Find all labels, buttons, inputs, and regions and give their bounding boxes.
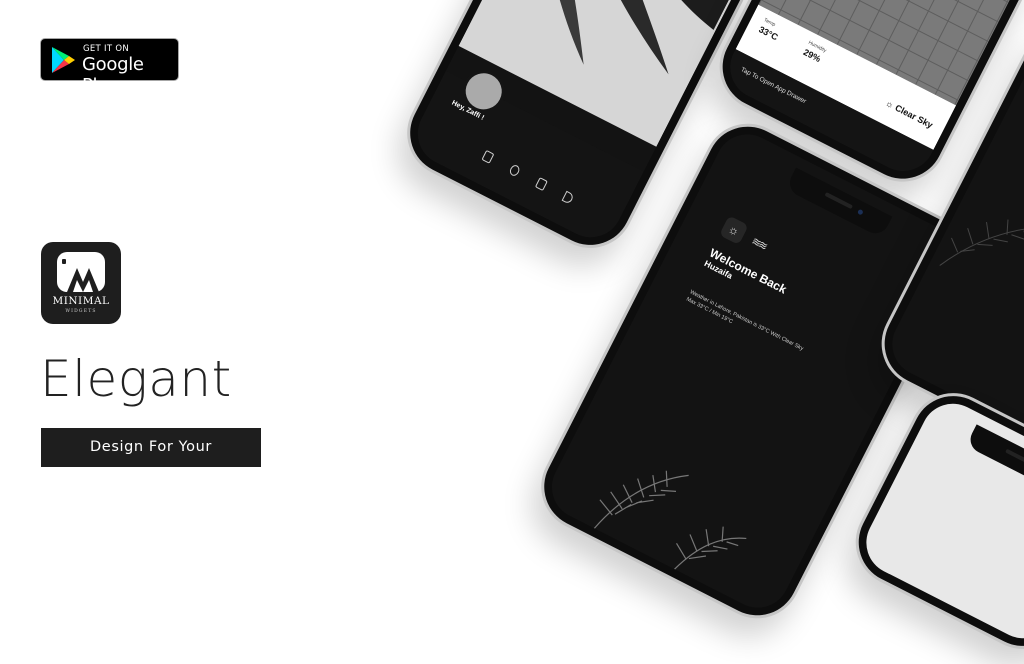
weather-minmax: Max 33°C / Min 19°C xyxy=(685,296,734,326)
google-play-icon xyxy=(52,47,75,73)
phone-icon[interactable] xyxy=(481,149,495,164)
phone-screen xyxy=(855,392,1024,650)
wave-icon: ≋≋ xyxy=(749,235,768,253)
notch xyxy=(784,167,892,238)
headline: Elegant xyxy=(40,350,232,408)
temp-value: 33°C xyxy=(757,24,780,43)
app-icon-subtitle: WIDGETS xyxy=(65,309,97,314)
chat-icon[interactable] xyxy=(508,163,522,178)
badge-store-name: Google Play xyxy=(82,54,144,96)
condition-label: Clear Sky xyxy=(893,102,935,131)
google-play-badge[interactable]: GET IT ON Google Play xyxy=(40,38,179,96)
weather-sentence: Weather in Lahore, Pakistan is 33°C With… xyxy=(688,289,805,353)
app-icon-name: MINIMAL xyxy=(52,295,110,307)
sun-icon: ☼ xyxy=(719,215,749,246)
camera-icon[interactable] xyxy=(534,177,548,192)
app-icon: MINIMAL WIDGETS xyxy=(41,242,121,324)
badge-small-text: GET IT ON xyxy=(83,44,130,54)
notch xyxy=(965,424,1024,495)
condition-text: ☼ Clear Sky xyxy=(883,97,935,131)
play-store-icon[interactable] xyxy=(561,190,575,205)
weather-summary: Weather in Lahore, Pakistan is 33°C With… xyxy=(685,288,826,370)
minimal-logo-icon xyxy=(57,252,105,292)
tagline-banner: Design For Your Homescreen xyxy=(41,428,261,494)
